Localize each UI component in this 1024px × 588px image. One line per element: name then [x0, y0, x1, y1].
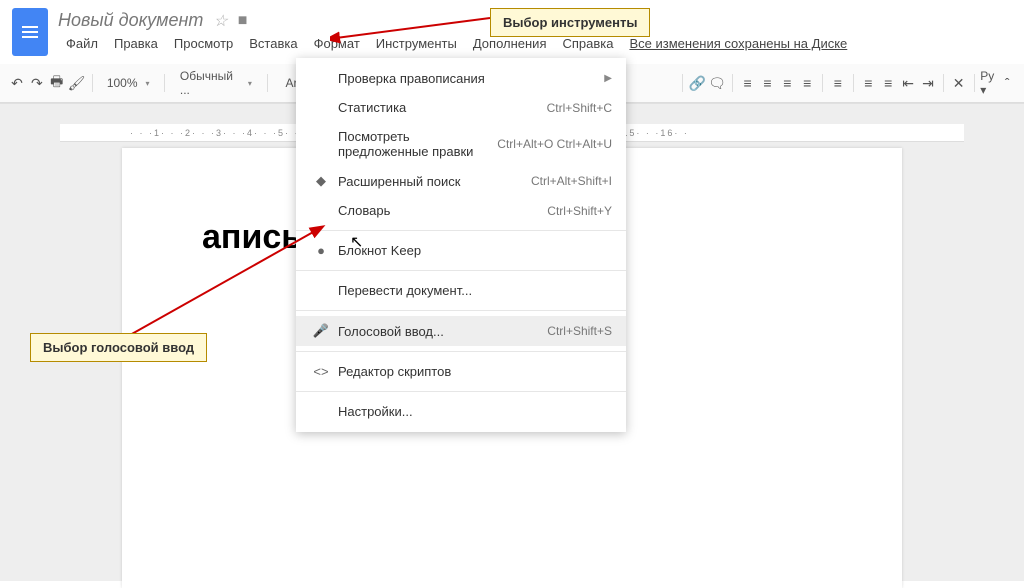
menu-bar: Файл Правка Просмотр Вставка Формат Инст… — [58, 33, 855, 54]
menu-dictionary[interactable]: Словарь Ctrl+Shift+Y — [296, 196, 626, 225]
menu-separator — [296, 230, 626, 231]
print-icon[interactable]: 🖶 — [48, 70, 66, 96]
menu-stats[interactable]: Статистика Ctrl+Shift+C — [296, 93, 626, 122]
menu-separator — [296, 391, 626, 392]
menu-item-label: Редактор скриптов — [332, 364, 612, 379]
menu-separator — [296, 351, 626, 352]
code-icon: <> — [310, 364, 332, 379]
hide-menus-icon[interactable]: ˆ — [998, 70, 1016, 96]
menu-shortcut: Ctrl+Alt+Shift+I — [531, 174, 612, 188]
save-status[interactable]: Все изменения сохранены на Диске — [621, 33, 855, 54]
link-icon[interactable]: 🔗 — [688, 70, 706, 96]
separator — [943, 74, 944, 92]
paint-format-icon[interactable]: 🖌 — [68, 70, 86, 96]
align-center-icon[interactable]: ≡ — [759, 70, 777, 96]
menu-item-label: Расширенный поиск — [332, 174, 531, 189]
cursor-icon: ↖ — [350, 232, 363, 252]
document-title[interactable]: Новый документ — [58, 10, 203, 31]
menu-spellcheck[interactable]: Проверка правописания ▶ — [296, 64, 626, 93]
menu-view[interactable]: Просмотр — [166, 33, 241, 54]
keep-icon: ● — [310, 243, 332, 258]
line-spacing-icon[interactable]: ≡ — [829, 70, 847, 96]
docs-logo[interactable] — [12, 8, 48, 56]
callout-tools: Выбор инструменты — [490, 8, 650, 37]
menu-separator — [296, 310, 626, 311]
explore-icon: ◆ — [310, 173, 332, 189]
microphone-icon: 🎤 — [310, 323, 332, 339]
menu-edit[interactable]: Правка — [106, 33, 166, 54]
menu-item-label: Словарь — [332, 203, 547, 218]
separator — [267, 74, 268, 92]
style-select[interactable]: Обычный ... — [171, 70, 261, 96]
undo-icon[interactable]: ↶ — [8, 70, 26, 96]
menu-script-editor[interactable]: <> Редактор скриптов — [296, 357, 626, 386]
separator — [822, 74, 823, 92]
separator — [853, 74, 854, 92]
indent-more-icon[interactable]: ⇥ — [919, 70, 937, 96]
menu-shortcut: Ctrl+Alt+O Ctrl+Alt+U — [497, 137, 612, 151]
folder-icon[interactable]: ■ — [238, 12, 248, 30]
separator — [732, 74, 733, 92]
menu-tools[interactable]: Инструменты — [368, 33, 465, 54]
comment-icon[interactable]: 🗨 — [708, 70, 726, 96]
menu-separator — [296, 270, 626, 271]
menu-item-label: Блокнот Keep — [332, 243, 612, 258]
align-right-icon[interactable]: ≡ — [778, 70, 796, 96]
menu-item-label: Посмотреть предложенные правки — [332, 129, 497, 159]
align-left-icon[interactable]: ≡ — [739, 70, 757, 96]
menu-insert[interactable]: Вставка — [241, 33, 305, 54]
tools-dropdown: Проверка правописания ▶ Статистика Ctrl+… — [296, 58, 626, 432]
menu-item-label: Статистика — [332, 100, 547, 115]
menu-shortcut: Ctrl+Shift+S — [547, 324, 612, 338]
menu-suggestions[interactable]: Посмотреть предложенные правки Ctrl+Alt+… — [296, 122, 626, 166]
separator — [92, 74, 93, 92]
menu-shortcut: Ctrl+Shift+C — [547, 101, 612, 115]
indent-less-icon[interactable]: ⇤ — [899, 70, 917, 96]
callout-voice: Выбор голосовой ввод — [30, 333, 207, 362]
menu-preferences[interactable]: Настройки... — [296, 397, 626, 426]
numbered-list-icon[interactable]: ≡ — [859, 70, 877, 96]
menu-item-label: Перевести документ... — [332, 283, 612, 298]
menu-file[interactable]: Файл — [58, 33, 106, 54]
menu-item-label: Настройки... — [332, 404, 612, 419]
menu-item-label: Голосовой ввод... — [332, 324, 547, 339]
menu-explore[interactable]: ◆ Расширенный поиск Ctrl+Alt+Shift+I — [296, 166, 626, 196]
menu-item-label: Проверка правописания — [332, 71, 604, 86]
chevron-right-icon: ▶ — [604, 73, 612, 84]
separator — [164, 74, 165, 92]
menu-voice-typing[interactable]: 🎤 Голосовой ввод... Ctrl+Shift+S — [296, 316, 626, 346]
bullet-list-icon[interactable]: ≡ — [879, 70, 897, 96]
align-justify-icon[interactable]: ≡ — [798, 70, 816, 96]
menu-format[interactable]: Формат — [306, 33, 368, 54]
separator — [682, 74, 683, 92]
clear-format-icon[interactable]: ✕ — [950, 70, 968, 96]
menu-translate[interactable]: Перевести документ... — [296, 276, 626, 305]
menu-shortcut: Ctrl+Shift+Y — [547, 204, 612, 218]
separator — [974, 74, 975, 92]
star-icon[interactable]: ☆ — [213, 11, 227, 31]
redo-icon[interactable]: ↷ — [28, 70, 46, 96]
input-mode[interactable]: Ру ▾ — [980, 70, 996, 96]
zoom-select[interactable]: 100% — [98, 70, 158, 96]
menu-keep[interactable]: ● Блокнот Keep — [296, 236, 626, 265]
